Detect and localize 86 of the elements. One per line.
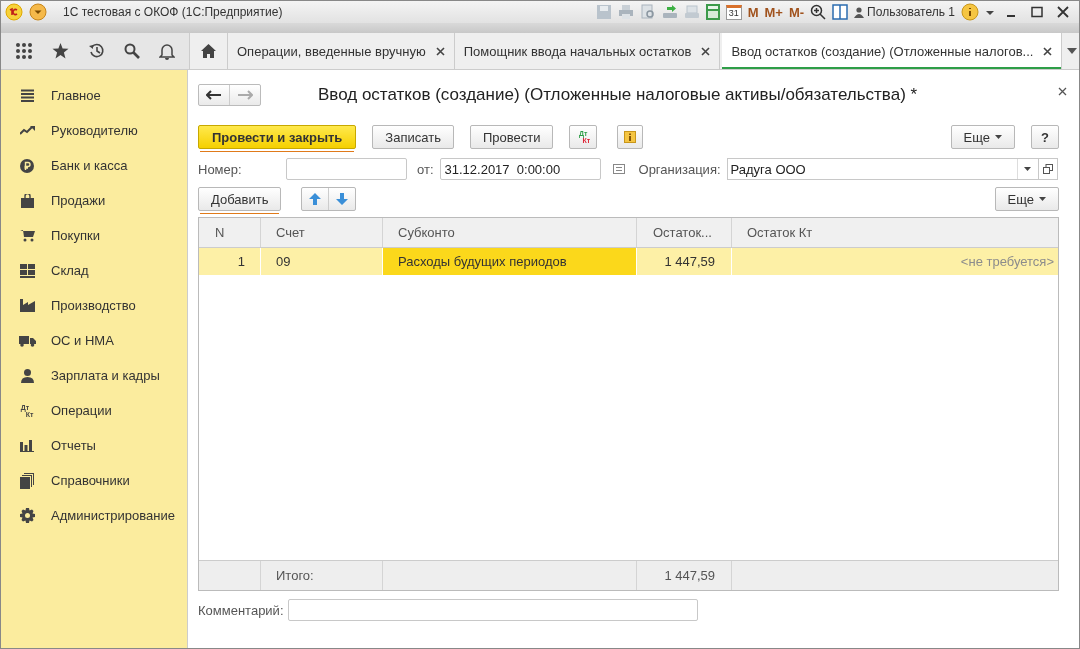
panel-icon[interactable] xyxy=(832,4,849,20)
sidebar-item[interactable]: Покупки xyxy=(1,218,187,253)
sidebar-item[interactable]: Зарплата и кадры xyxy=(1,358,187,393)
info-icon[interactable] xyxy=(961,3,979,21)
field-label: Номер: xyxy=(198,161,243,177)
help-button[interactable]: ? xyxy=(1031,125,1059,149)
sidebar-item[interactable]: Склад xyxy=(1,253,187,288)
column-header[interactable]: Субконто xyxy=(383,218,637,247)
sidebar-item[interactable]: Главное xyxy=(1,78,187,113)
more-button[interactable]: Еще xyxy=(994,187,1059,211)
list-icon xyxy=(20,89,34,102)
calendar-icon[interactable]: 31 xyxy=(725,4,742,20)
star-icon[interactable] xyxy=(51,43,69,59)
maximize-icon[interactable] xyxy=(1031,6,1043,18)
dropdown-icon[interactable] xyxy=(29,3,47,21)
sidebar-item[interactable]: Банк и касса xyxy=(1,148,187,183)
more-button[interactable]: Еще xyxy=(950,125,1016,149)
field-label: от: xyxy=(417,161,434,177)
window-title: 1С тестовая с ОКОФ (1С:Предприятие) xyxy=(63,5,283,19)
form-title: Ввод остатков (создание) (Отложенные налоговые активы/обязательства) * xyxy=(318,85,918,105)
caret-icon[interactable] xyxy=(1066,48,1077,54)
total-label: Итого: xyxy=(261,561,383,590)
person-icon xyxy=(20,368,34,383)
bell-icon[interactable] xyxy=(159,42,176,60)
table-cell[interactable]: Расходы будущих периодов xyxy=(383,248,637,275)
info-icon xyxy=(624,131,637,143)
table-cell: 1 xyxy=(199,248,261,275)
user-button[interactable]: Пользователь 1 xyxy=(854,5,955,19)
info-button[interactable] xyxy=(617,125,644,149)
date-field[interactable]: 31.12.2017 0:00:00 xyxy=(439,158,601,180)
add-button[interactable]: Добавить xyxy=(198,187,282,211)
sidebar-item[interactable]: Руководителю xyxy=(1,113,187,148)
memory-button[interactable]: M+ xyxy=(764,4,783,20)
caret-icon[interactable] xyxy=(985,8,995,16)
trend-line-icon xyxy=(19,126,35,135)
close-icon[interactable] xyxy=(435,46,445,56)
column-header[interactable]: Остаток Кт xyxy=(732,218,1058,247)
close-icon[interactable] xyxy=(1043,46,1053,56)
field-label: Организация: xyxy=(638,161,721,177)
search-icon[interactable] xyxy=(124,43,141,59)
close-icon[interactable] xyxy=(1058,87,1067,96)
grid-icon xyxy=(19,263,35,278)
home-icon[interactable] xyxy=(201,44,216,58)
close-icon[interactable] xyxy=(1057,6,1069,18)
sidebar-item[interactable]: Справочники xyxy=(1,463,187,498)
sidebar-item[interactable]: Продажи xyxy=(1,183,187,218)
total-value: 1 447,59 xyxy=(637,561,732,590)
app-logo-icon xyxy=(5,3,23,21)
close-icon[interactable] xyxy=(701,46,711,56)
apps-grid-icon[interactable] xyxy=(14,42,33,60)
comment-field[interactable] xyxy=(287,599,698,621)
tab[interactable]: Ввод остатков (создание) (Отложенные налогов... xyxy=(722,33,1063,69)
write-button[interactable]: Записать xyxy=(372,125,454,149)
truck-icon xyxy=(18,334,36,347)
gear-icon xyxy=(19,508,35,523)
column-header[interactable]: Остаток... xyxy=(637,218,732,247)
memory-button[interactable]: M xyxy=(747,4,759,20)
post-and-close-button[interactable]: Провести и закрыть xyxy=(198,125,357,149)
table-cell: 1 447,59 xyxy=(637,248,732,275)
ruble-coin-icon xyxy=(20,158,34,173)
sidebar-item[interactable]: Производство xyxy=(1,288,187,323)
column-header[interactable]: Счет xyxy=(261,218,383,247)
bar-chart-icon xyxy=(20,439,34,452)
factory-icon xyxy=(19,299,35,312)
sidebar-item[interactable]: Отчеты xyxy=(1,428,187,463)
zoom-icon[interactable] xyxy=(810,4,827,20)
number-field[interactable] xyxy=(286,158,407,180)
open-window-icon[interactable] xyxy=(1042,164,1053,174)
caret-icon xyxy=(995,135,1003,139)
documents-icon xyxy=(20,472,34,489)
caret-icon xyxy=(1039,197,1046,201)
table-cell-text: <не требуется> xyxy=(959,253,1055,271)
history-icon[interactable] xyxy=(87,43,105,59)
print-preview-icon[interactable] xyxy=(639,4,656,20)
caret-icon xyxy=(1024,167,1032,171)
post-button[interactable]: Провести xyxy=(469,125,554,149)
organization-field[interactable]: Радуга ООО xyxy=(726,158,1039,180)
shopping-bag-icon xyxy=(20,193,34,208)
column-header[interactable]: N xyxy=(199,218,261,247)
sidebar-item[interactable]: ОС и НМА xyxy=(1,323,187,358)
sidebar-item[interactable]: Администрирование xyxy=(1,498,187,533)
person-icon xyxy=(854,6,865,18)
cart-icon xyxy=(19,229,35,242)
table-row[interactable]: 1 09 Расходы будущих периодов 1 447,59 <не требуется> xyxy=(199,248,1058,275)
memory-button[interactable]: M- xyxy=(788,4,805,20)
field-label: Комментарий: xyxy=(198,602,284,618)
